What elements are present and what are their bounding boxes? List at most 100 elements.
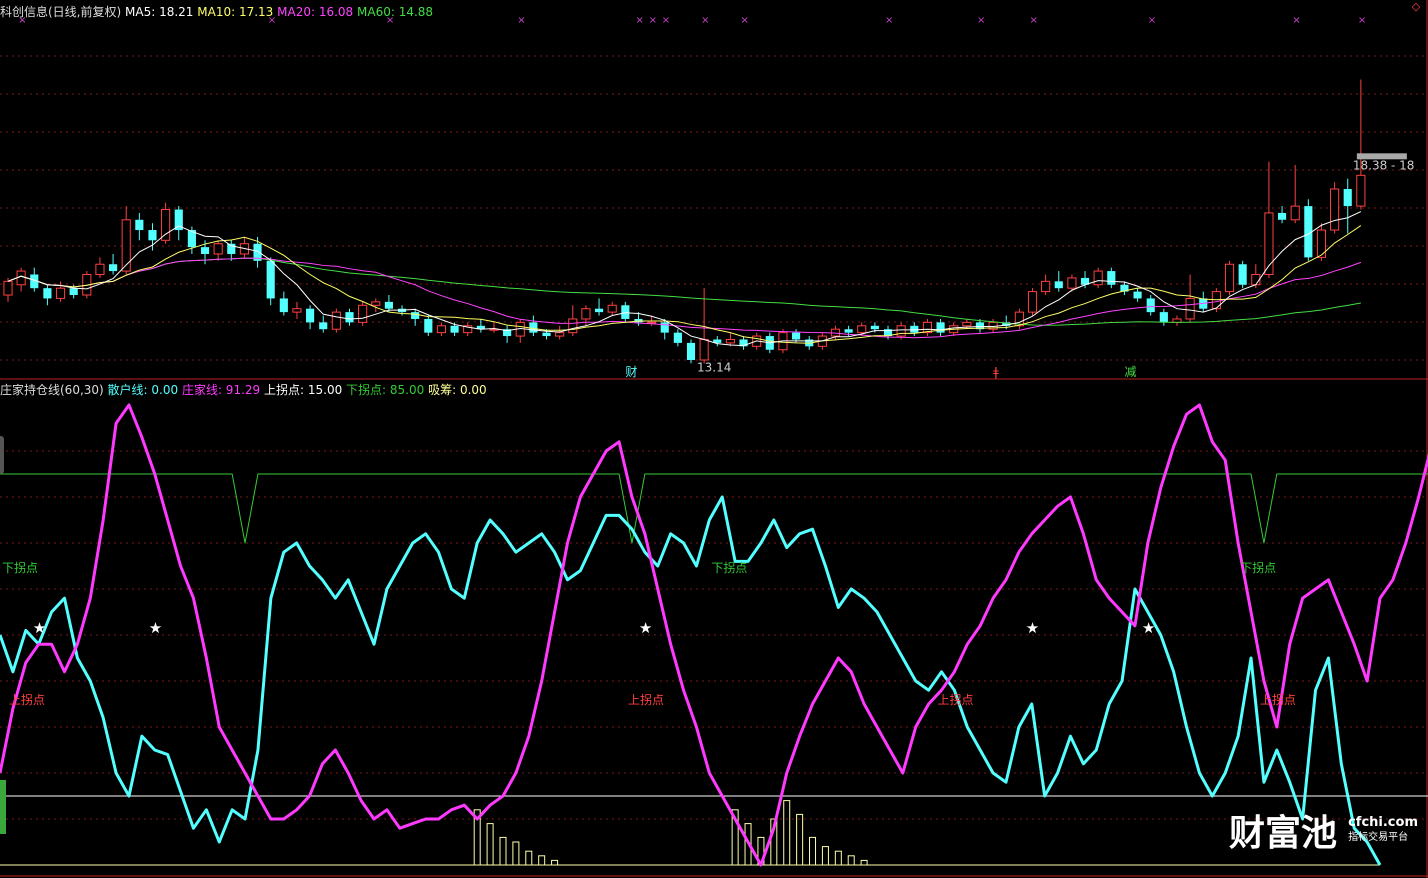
accumulation-bar <box>834 850 842 866</box>
candle-body <box>358 304 368 323</box>
top-event-marker: × <box>1358 15 1366 26</box>
stock-chart-canvas[interactable]: 21.5618.38 - 1813.14财ǂ减×××××××××××××××下拐… <box>0 0 1428 878</box>
top-event-marker: × <box>1030 15 1038 26</box>
accumulation-bar <box>486 823 494 866</box>
left-panel-handle[interactable] <box>0 436 4 474</box>
down-turn-line <box>0 473 1428 544</box>
price-tag-bar <box>1356 153 1407 160</box>
candle-body <box>896 325 906 337</box>
candle-body <box>1172 318 1182 323</box>
candle-body <box>450 325 459 333</box>
candle-body <box>121 219 131 272</box>
accumulation-bar <box>512 841 520 866</box>
candle-body <box>555 332 565 337</box>
candle-body <box>411 312 420 319</box>
candle-body <box>331 311 341 330</box>
event-marker-jian: 减 <box>1124 365 1136 379</box>
watermark-tagline: 指标交易平台 <box>1348 832 1409 843</box>
star-marker: ★ <box>149 619 162 637</box>
ma10-value: MA10: 17.13 <box>197 5 274 19</box>
star-marker: ★ <box>1142 619 1155 637</box>
candle-body <box>1356 174 1366 207</box>
candle-body <box>936 322 945 333</box>
candle-body <box>1290 205 1300 221</box>
price-chart-header: 科创信息(日线,前复权) MA5: 18.21 MA10: 17.13 MA20… <box>0 3 433 20</box>
top-event-marker: × <box>885 15 893 26</box>
zhuangjia-value: 庄家线: 91.29 <box>181 383 261 397</box>
event-marker-ding: ǂ <box>993 365 999 379</box>
top-event-marker: × <box>649 15 657 26</box>
candlestick-series <box>3 79 1366 364</box>
security-title: 科创信息(日线,前复权) <box>0 5 122 19</box>
candle-body <box>109 264 118 272</box>
candle-body <box>607 304 617 313</box>
accumulation-bar <box>783 800 791 866</box>
candle-body <box>1146 298 1155 313</box>
candle-body <box>660 322 669 333</box>
top-event-marker: × <box>517 15 525 26</box>
candle-body <box>1159 312 1168 323</box>
top-event-marker: × <box>1148 15 1156 26</box>
candle-body <box>529 322 538 333</box>
candle-body <box>213 243 223 255</box>
candle-body <box>1330 188 1340 231</box>
top-event-marker: × <box>701 15 709 26</box>
candle-body <box>792 332 801 340</box>
watermark-url: cfchi.com <box>1348 815 1418 830</box>
moving-average-lines <box>7 211 1362 347</box>
low-price-label: 13.14 <box>697 360 731 374</box>
candle-body <box>1224 263 1235 293</box>
sanhu-value: 散户线: 0.00 <box>107 383 179 397</box>
up-turn-label: 上拐点 <box>1260 692 1296 707</box>
candle-body <box>1277 212 1287 220</box>
candle-body <box>725 338 735 344</box>
candle-body <box>542 332 551 337</box>
candle-body <box>424 318 433 333</box>
candle-body <box>1067 277 1077 289</box>
up-turn-label: 上拐点 <box>628 692 664 707</box>
candle-body <box>1054 281 1063 289</box>
candle-body <box>279 298 288 313</box>
candle-body <box>1343 189 1352 207</box>
candle-body <box>1093 270 1103 286</box>
up-turn-label: 上拐点 <box>937 692 973 707</box>
accumulation-bar <box>538 855 546 866</box>
candle-body <box>1041 280 1051 293</box>
down-turn-label: 下拐点 <box>2 560 38 575</box>
diamond-icon[interactable]: ◇ <box>1410 0 1422 14</box>
candle-body <box>910 325 919 333</box>
side-scroll-indicator[interactable] <box>0 780 6 834</box>
candle-body <box>345 312 354 323</box>
candle-body <box>43 288 52 299</box>
candle-body <box>292 308 302 313</box>
top-event-marker: × <box>635 15 643 26</box>
watermark: 财富池 cfchi.com 指标交易平台 <box>1229 804 1418 856</box>
candle-body <box>95 263 105 275</box>
accumulation-bar <box>847 855 855 866</box>
candle-body <box>857 325 867 334</box>
candle-body <box>673 332 682 343</box>
candle-body <box>306 308 315 323</box>
indicator-title: 庄家持仓线(60,30) <box>0 383 104 397</box>
candle-body <box>1238 264 1247 285</box>
indicator-header: 庄家持仓线(60,30) 散户线: 0.00 庄家线: 91.29 上拐点: 1… <box>0 381 487 398</box>
candle-body <box>371 301 381 306</box>
ma5-value: MA5: 18.21 <box>125 5 194 19</box>
current-price-label: 18.38 - 18 <box>1353 158 1415 172</box>
candle-body <box>1316 229 1327 258</box>
ma60-value: MA60: 14.88 <box>357 5 434 19</box>
grid-lines <box>0 0 1428 878</box>
candle-body <box>16 270 26 286</box>
top-event-marker: × <box>1292 15 1300 26</box>
candle-body <box>568 318 578 334</box>
accumulation-bar <box>860 859 868 866</box>
ma5-line <box>7 211 1362 347</box>
candle-body <box>319 322 328 330</box>
candle-body <box>55 287 66 299</box>
candle-body <box>148 230 157 241</box>
candle-body <box>436 325 447 334</box>
candle-body <box>135 219 144 231</box>
candle-body <box>161 209 171 241</box>
down-turn-label: 下拐点 <box>711 560 747 575</box>
candle-body <box>844 329 853 333</box>
